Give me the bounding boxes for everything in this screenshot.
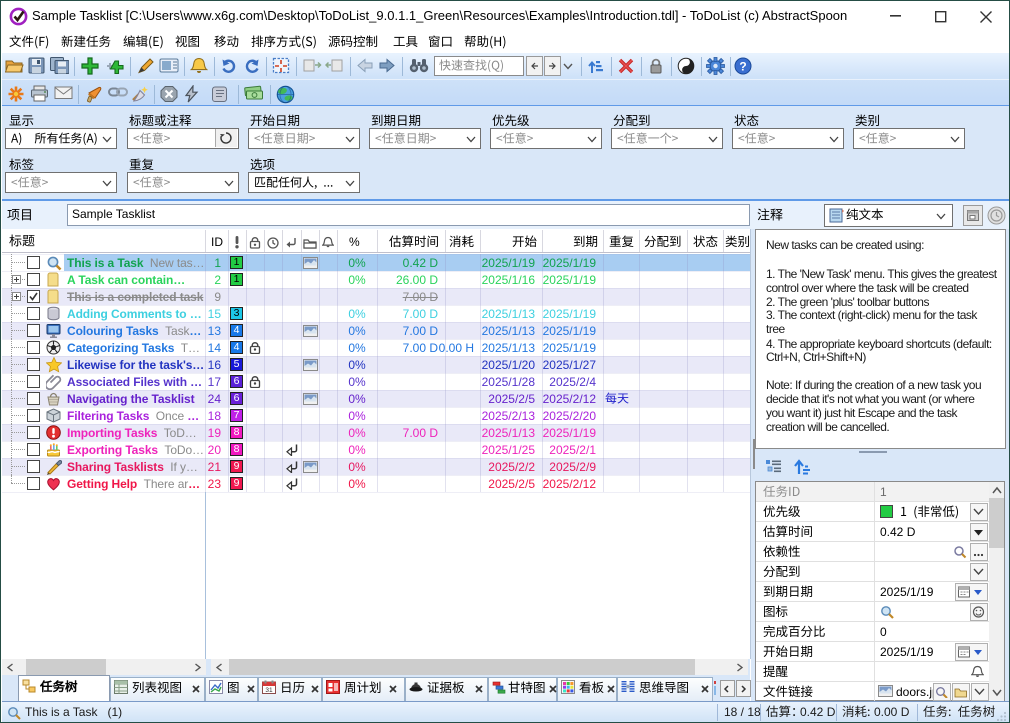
svg-text:31: 31	[265, 687, 273, 694]
svg-text:?: ?	[739, 60, 746, 74]
